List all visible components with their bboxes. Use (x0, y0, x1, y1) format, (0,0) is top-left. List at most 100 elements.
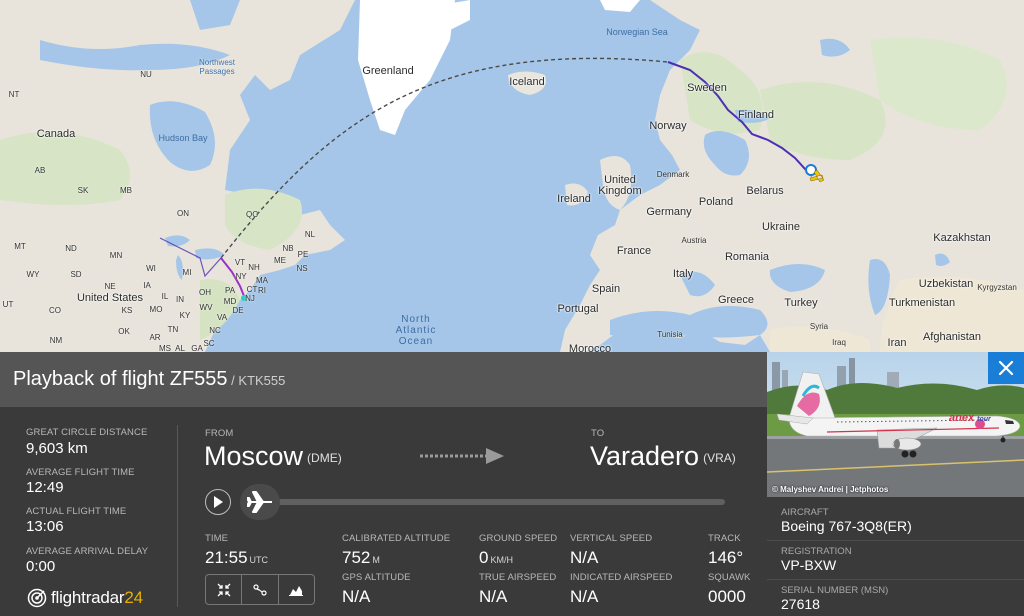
true-airspeed-label: TRUE AIRSPEED (479, 572, 557, 583)
map-label-sc: SC (203, 339, 215, 348)
map-label-portugal: Portugal (557, 303, 599, 315)
map-label-united-kingdom: United Kingdom (598, 174, 642, 197)
map-label-al: AL (175, 344, 185, 352)
map-label-tn: TN (167, 325, 179, 334)
view-mode-buttons (205, 574, 315, 605)
panel-header: Playback of flight ZF555 / KTK555 (0, 352, 767, 407)
playback-progress-track[interactable] (278, 499, 725, 505)
map-label-ri: RI (258, 286, 266, 295)
map-label-wy: WY (26, 270, 40, 279)
map-label-ns: NS (296, 264, 308, 273)
registration-value: VP-BXW (781, 557, 837, 573)
flightradar24-logo: flightradar24 (27, 588, 143, 608)
collapse-view-button[interactable] (206, 575, 243, 604)
average-flight-time-label: AVERAGE FLIGHT TIME (26, 467, 135, 478)
map-label-iceland: Iceland (509, 76, 545, 88)
squawk-value: 0000 (708, 587, 746, 606)
photo-credit[interactable]: © Malyshev Andrei | Jetphotos (772, 485, 888, 494)
map-label-in: IN (176, 295, 184, 304)
map-label-nh: NH (248, 263, 260, 272)
map-label-iran: Iran (887, 337, 907, 349)
serial-number-value: 27618 (781, 596, 820, 612)
logo-text-accent: 24 (124, 588, 143, 607)
map-label-italy: Italy (672, 268, 694, 280)
ground-speed-label: GROUND SPEED (479, 533, 558, 544)
aircraft-photo[interactable]: anex tour (767, 352, 1024, 497)
destination-city-name: Varadero (590, 441, 700, 471)
average-flight-time-value: 12:49 (26, 479, 64, 496)
map-label-canada: Canada (36, 128, 76, 140)
map-label-me: ME (274, 256, 286, 265)
map-label-poland: Poland (698, 196, 734, 208)
great-circle-distance-value: 9,603 km (26, 440, 88, 457)
great-circle-distance-label: GREAT CIRCLE DISTANCE (26, 427, 148, 438)
time-value-number: 21:55 (205, 548, 248, 567)
vertical-speed-value: N/A (570, 548, 599, 567)
map-label-finland: Finland (737, 109, 775, 121)
flight-map[interactable]: Northwest Passages NT NU Greenland Norwe… (0, 0, 1024, 352)
flight-callsign: / KTK555 (227, 373, 286, 388)
map-label-ky: KY (179, 311, 191, 320)
indicated-airspeed-value: N/A (570, 587, 599, 606)
map-label-ma: MA (256, 276, 268, 285)
map-label-wi: WI (146, 264, 156, 273)
livery-brand-text: anex tour (949, 412, 991, 424)
origin-city-name: Moscow (204, 441, 304, 471)
track-value: 146° (708, 548, 744, 567)
registration-separator (767, 579, 1024, 580)
map-label-on: ON (177, 209, 189, 218)
squawk-label: SQUAWK (708, 572, 751, 583)
aircraft-photo-image (767, 352, 1024, 497)
altitude-graph-button[interactable] (279, 575, 314, 604)
map-label-uzbekistan: Uzbekistan (918, 278, 974, 290)
calibrated-altitude-number: 752 (342, 548, 371, 567)
map-label-romania: Romania (724, 251, 770, 263)
registration-label: REGISTRATION (781, 546, 852, 557)
map-label-sk: SK (77, 186, 89, 195)
gps-altitude-value: N/A (342, 587, 371, 606)
graph-icon (289, 585, 304, 596)
close-button[interactable] (988, 352, 1024, 384)
map-label-ms: MS (159, 344, 171, 352)
map-label-il: IL (161, 292, 169, 301)
route-icon (253, 583, 267, 596)
map-label-oh: OH (199, 288, 211, 297)
actual-flight-time-value: 13:06 (26, 518, 64, 535)
map-label-morocco: Morocco (568, 343, 612, 352)
play-button[interactable] (205, 489, 231, 515)
map-label-ga: GA (191, 344, 203, 352)
map-label-sweden: Sweden (687, 82, 727, 94)
route-view-button[interactable] (242, 575, 279, 604)
track-label: TRACK (708, 533, 741, 544)
play-icon (214, 496, 223, 508)
map-label-nm: NM (49, 336, 63, 345)
map-label-va: VA (216, 313, 228, 322)
time-unit: UTC (249, 555, 269, 565)
map-label-sd: SD (70, 270, 82, 279)
map-label-ne: NE (104, 282, 116, 291)
map-label-kazakhstan: Kazakhstan (933, 232, 991, 244)
aircraft-separator (767, 540, 1024, 541)
map-label-ukraine: Ukraine (762, 221, 800, 233)
airplane-icon (247, 491, 272, 513)
map-label-greenland: Greenland (362, 65, 414, 77)
map-label-germany: Germany (646, 206, 692, 218)
map-label-united-states: United States (76, 292, 144, 304)
map-label-wv: WV (199, 303, 213, 312)
map-label-nj: NJ (245, 294, 255, 303)
to-label: TO (591, 428, 605, 439)
destination-code: (VRA) (703, 451, 736, 465)
map-label-hudson-bay: Hudson Bay (158, 133, 208, 143)
map-label-mn: MN (109, 251, 123, 260)
map-label-de: DE (232, 306, 244, 315)
map-label-norwegian-sea: Norwegian Sea (606, 27, 668, 37)
playback-slider-handle[interactable] (240, 484, 280, 520)
logo-text-main: flightradar (51, 588, 125, 607)
map-label-mb: MB (120, 186, 132, 195)
close-icon (998, 360, 1014, 376)
calibrated-altitude-unit: M (372, 555, 380, 565)
map-label-north-atlantic-ocean: North Atlantic Ocean (395, 314, 437, 347)
true-airspeed-value: N/A (479, 587, 508, 606)
map-label-belarus: Belarus (746, 185, 784, 197)
panel-divider (177, 425, 178, 607)
